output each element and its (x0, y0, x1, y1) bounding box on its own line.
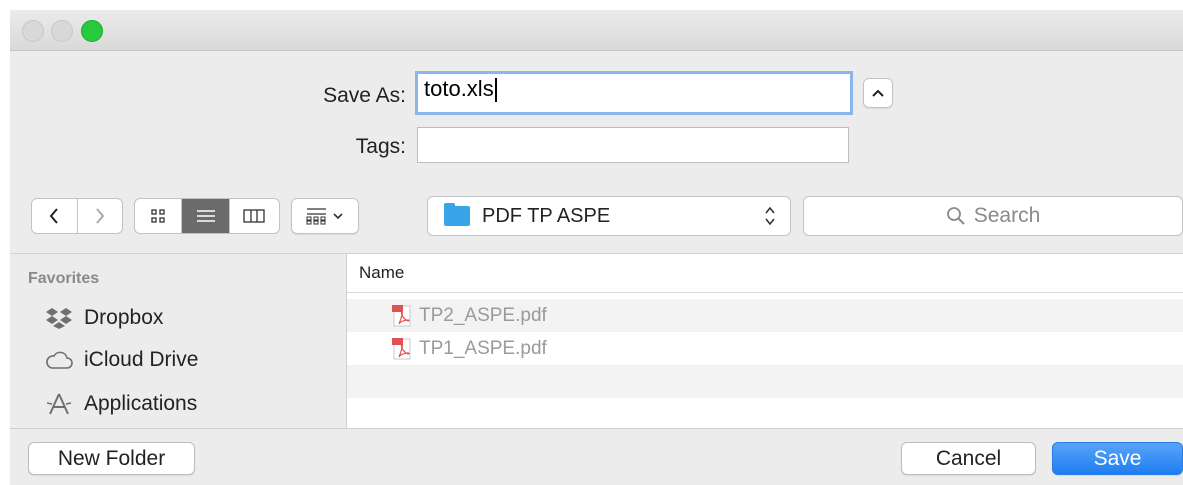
column-header-label: Name (359, 263, 405, 282)
name-column-header[interactable]: Name (347, 254, 1183, 293)
file-name: TP1_ASPE.pdf (419, 337, 547, 359)
file-list: Name TP2_ASPE.pdf TP1_ASPE.pdf (347, 253, 1183, 428)
icon-view-button[interactable] (135, 199, 183, 233)
sidebar-item-label: Applications (84, 392, 198, 415)
back-forward-control (31, 198, 123, 234)
chevron-down-icon (333, 213, 343, 220)
cancel-button[interactable]: Cancel (901, 442, 1036, 475)
up-down-arrows-icon (764, 205, 776, 228)
location-popup[interactable]: PDF TP ASPE (427, 196, 791, 236)
list-view-icon (196, 210, 215, 222)
group-by-icon (306, 208, 326, 225)
sidebar-item-label: Dropbox (84, 306, 164, 329)
new-folder-button[interactable]: New Folder (28, 442, 195, 475)
chevron-up-icon (872, 89, 884, 97)
save-dialog: Save As: toto.xls Tags: PDF TP ASPE Sear… (10, 10, 1183, 485)
location-folder-name: PDF TP ASPE (482, 204, 611, 227)
back-button[interactable] (32, 199, 78, 233)
cloud-icon (42, 349, 76, 371)
collapse-dialog-button[interactable] (863, 78, 893, 108)
save-button[interactable]: Save (1052, 442, 1183, 475)
chevron-right-icon (95, 208, 105, 224)
pdf-file-icon (391, 304, 413, 328)
empty-row (347, 365, 1183, 398)
file-row[interactable]: TP2_ASPE.pdf (347, 299, 1183, 332)
save-as-label: Save As: (323, 84, 406, 107)
pdf-file-icon (391, 337, 413, 361)
filename-value: toto.xls (424, 76, 494, 101)
close-window-button[interactable] (22, 20, 44, 42)
applications-icon (42, 391, 76, 417)
column-view-button[interactable] (230, 199, 279, 233)
dropbox-icon (42, 306, 76, 330)
search-field[interactable]: Search (803, 196, 1183, 236)
sidebar: Favorites Dropbox iCloud Drive Applicati… (10, 253, 347, 428)
column-view-icon (243, 209, 265, 223)
title-bar (10, 10, 1183, 51)
minimize-window-button[interactable] (51, 20, 73, 42)
zoom-window-button[interactable] (81, 20, 103, 42)
forward-button[interactable] (78, 199, 123, 233)
file-row[interactable]: TP1_ASPE.pdf (347, 332, 1183, 365)
filename-input[interactable]: toto.xls (415, 71, 853, 115)
list-view-button[interactable] (182, 199, 230, 233)
sidebar-item-label: iCloud Drive (84, 348, 199, 371)
sidebar-item-icloud-drive[interactable]: iCloud Drive (42, 348, 198, 372)
search-placeholder: Search (973, 204, 1041, 227)
search-icon (946, 207, 965, 225)
file-name: TP2_ASPE.pdf (419, 304, 547, 326)
text-caret (494, 78, 497, 103)
favorites-heading: Favorites (28, 270, 100, 287)
view-mode-control (134, 198, 280, 234)
sidebar-item-dropbox[interactable]: Dropbox (42, 306, 163, 330)
folder-icon (444, 203, 470, 226)
tags-label: Tags: (355, 135, 406, 158)
icon-view-icon (151, 209, 165, 223)
chevron-left-icon (49, 208, 59, 224)
bottom-bar: New Folder Cancel Save (10, 428, 1183, 485)
tags-input[interactable] (417, 127, 849, 163)
arrange-menu-button[interactable] (291, 198, 359, 234)
sidebar-item-applications[interactable]: Applications (42, 391, 197, 417)
